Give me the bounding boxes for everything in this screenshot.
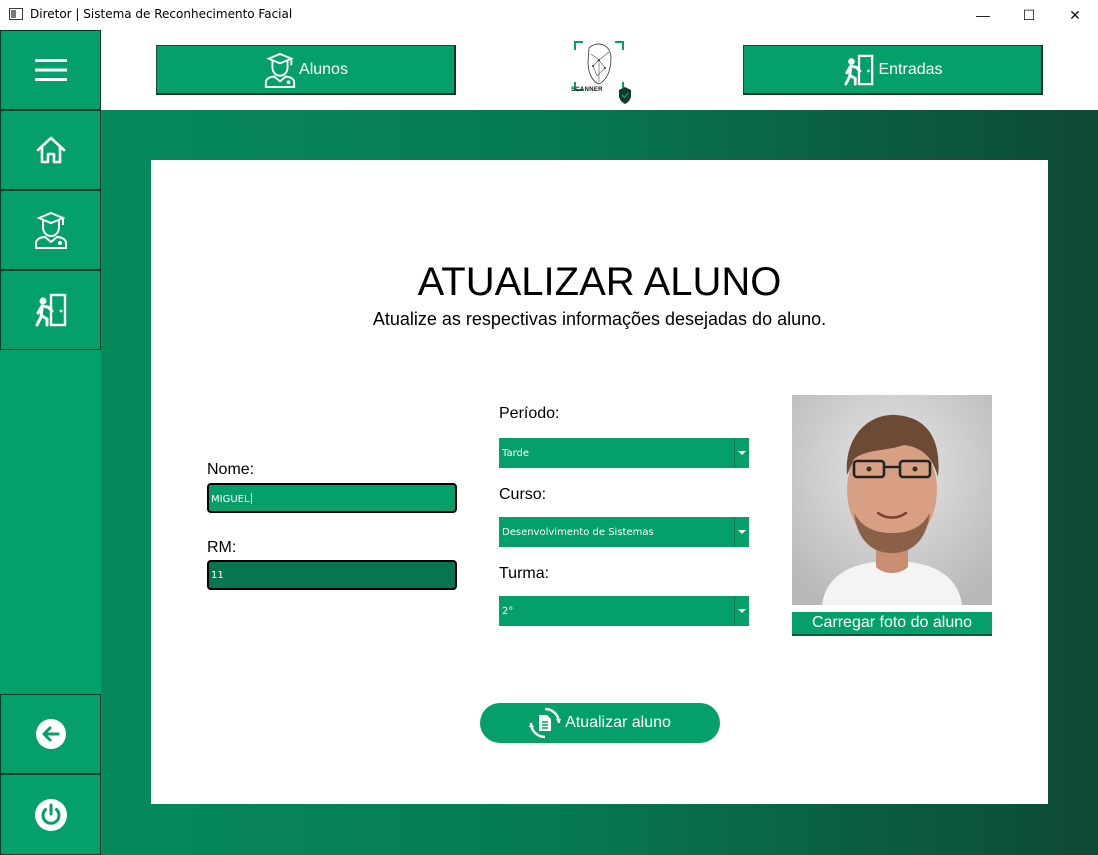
window-app-icon — [9, 8, 23, 20]
turma-select-value: 2° — [502, 606, 514, 617]
curso-select-value: Desenvolvimento de Sistemas — [502, 527, 654, 538]
rm-input-value: 11 — [211, 570, 224, 581]
arrow-left-circle-icon — [35, 719, 66, 749]
document-refresh-icon — [529, 707, 562, 739]
app-window: Diretor | Sistema de Reconhecimento Faci… — [0, 0, 1098, 855]
periodo-select-value: Tarde — [502, 448, 530, 459]
title-bar: Diretor | Sistema de Reconhecimento Faci… — [0, 0, 1098, 30]
text-caret — [250, 493, 252, 504]
alunos-button-label: Alunos — [299, 60, 348, 78]
person-entering-door-icon — [35, 293, 66, 327]
periodo-select[interactable]: Tarde — [499, 438, 749, 468]
student-graduate-icon — [34, 211, 67, 249]
nome-input[interactable]: MIGUEL — [207, 483, 457, 513]
close-button[interactable]: ✕ — [1052, 0, 1098, 30]
maximize-button[interactable]: ☐ — [1006, 0, 1052, 30]
power-icon — [34, 798, 67, 831]
chevron-down-icon[interactable] — [734, 517, 749, 547]
person-entering-door-icon — [844, 54, 874, 86]
entradas-button-label: Entradas — [878, 60, 943, 78]
upload-photo-button[interactable]: Carregar foto do aluno — [792, 612, 992, 636]
alunos-button[interactable]: Alunos — [156, 45, 456, 95]
sidebar — [0, 30, 101, 855]
curso-select[interactable]: Desenvolvimento de Sistemas — [499, 517, 749, 547]
face-scanner-logo — [574, 41, 631, 104]
turma-select[interactable]: 2° — [499, 596, 749, 626]
minimize-button[interactable]: — — [960, 0, 1006, 30]
sidebar-item-home[interactable] — [0, 110, 101, 190]
menu-button[interactable] — [0, 30, 101, 110]
nome-input-value: MIGUEL — [211, 494, 250, 505]
rm-label: RM: — [207, 539, 237, 556]
update-student-card: ATUALIZAR ALUNO Atualize as respectivas … — [151, 160, 1048, 804]
page-subtitle: Atualize as respectivas informações dese… — [372, 309, 827, 329]
home-icon — [36, 136, 65, 164]
rm-input[interactable]: 11 — [207, 560, 457, 590]
page-title: ATUALIZAR ALUNO — [417, 260, 782, 304]
sidebar-item-students[interactable] — [0, 190, 101, 270]
curso-label: Curso: — [499, 486, 547, 503]
top-header: Alunos SCANNER Entradas — [101, 30, 1098, 110]
update-student-button-label: Atualizar aluno — [565, 714, 671, 731]
student-photo — [792, 395, 992, 605]
back-button[interactable] — [0, 694, 101, 774]
power-button[interactable] — [0, 774, 101, 855]
entradas-button[interactable]: Entradas — [743, 45, 1043, 95]
hamburger-menu-icon — [34, 59, 67, 81]
nome-label: Nome: — [207, 461, 255, 478]
turma-label: Turma: — [499, 565, 550, 582]
update-student-button[interactable]: Atualizar aluno — [480, 703, 720, 743]
student-graduate-icon — [264, 52, 296, 88]
chevron-down-icon[interactable] — [734, 596, 749, 626]
window-title: Diretor | Sistema de Reconhecimento Faci… — [30, 7, 293, 21]
logo-text: SCANNER — [571, 87, 603, 93]
chevron-down-icon[interactable] — [734, 438, 749, 468]
periodo-label: Período: — [499, 405, 560, 422]
sidebar-item-entries[interactable] — [0, 270, 101, 350]
